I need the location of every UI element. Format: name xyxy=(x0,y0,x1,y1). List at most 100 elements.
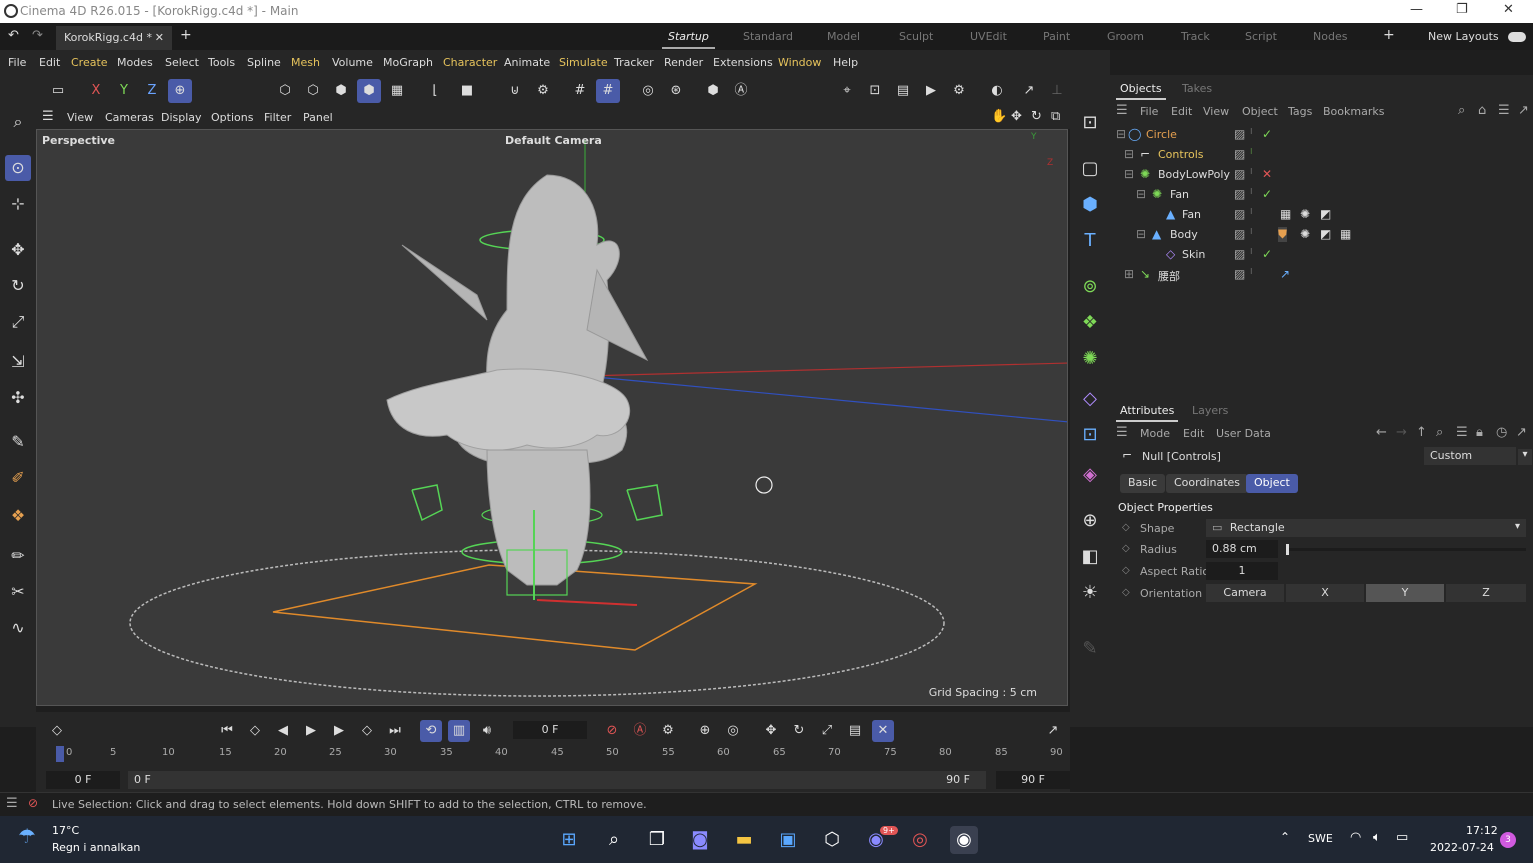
volume-icon[interactable]: 🔈︎ xyxy=(1373,830,1381,845)
preset-dropdown[interactable]: Custom xyxy=(1424,447,1516,465)
menu-simulate[interactable]: Simulate xyxy=(559,56,608,69)
menu-help[interactable]: Help xyxy=(833,56,858,69)
subtab-basic[interactable]: Basic xyxy=(1120,474,1166,493)
attributes-search-icon[interactable]: ⌕ xyxy=(1436,425,1443,440)
undo-icon[interactable]: ↶ xyxy=(8,28,19,43)
loop-icon[interactable]: ⟲ xyxy=(420,720,442,742)
objects-menu-object[interactable]: Object xyxy=(1242,105,1278,118)
brush-icon[interactable]: ✏ xyxy=(5,543,31,569)
keyframe-mode-icon[interactable]: ◇ xyxy=(46,720,68,742)
layout-tab-uvedit[interactable]: UVEdit xyxy=(970,30,1007,43)
filter-icon[interactable]: ☰ xyxy=(1498,103,1510,118)
tab-layers[interactable]: Layers xyxy=(1192,404,1228,417)
expand-icon[interactable]: ⊟ xyxy=(1124,147,1134,161)
knife-icon[interactable]: ✂ xyxy=(5,579,31,605)
texture-mode-icon[interactable]: ■ xyxy=(455,79,479,103)
text-object-icon[interactable]: T xyxy=(1076,227,1104,255)
layout-tab-paint[interactable]: Paint xyxy=(1043,30,1070,43)
menu-window[interactable]: Window xyxy=(778,56,821,69)
play-icon[interactable]: ▶ xyxy=(300,720,322,742)
expand-icon[interactable]: ⊟ xyxy=(1136,187,1146,201)
menu-render[interactable]: Render xyxy=(664,56,703,69)
maximize-view-icon[interactable]: ⧉ xyxy=(1051,109,1060,124)
layer-dots-icon[interactable]: ⁝ xyxy=(1250,167,1253,176)
viewport-camera-label[interactable]: Default Camera xyxy=(505,134,602,147)
keyframe-diamond-icon[interactable]: ◇ xyxy=(1122,522,1130,533)
task-view-icon[interactable]: ❐ xyxy=(643,826,671,854)
layout-tab-nodes[interactable]: Nodes xyxy=(1313,30,1347,43)
layout-tab-groom[interactable]: Groom xyxy=(1107,30,1144,43)
tab-attributes[interactable]: Attributes xyxy=(1115,404,1179,422)
layer-dots-icon[interactable]: ⁝ xyxy=(1250,127,1253,136)
environment-icon[interactable]: ⊕ xyxy=(1076,507,1104,535)
polygons-mode-icon[interactable]: ⬢ xyxy=(329,79,353,103)
volume-icon[interactable]: ◈ xyxy=(1076,461,1104,489)
orientation-y[interactable]: Y xyxy=(1366,584,1444,602)
aspect-ratio-input[interactable]: 1 xyxy=(1206,562,1278,580)
wifi-icon[interactable]: ◠ xyxy=(1350,830,1361,845)
home-icon[interactable]: ⌂ xyxy=(1478,103,1486,118)
3d-viewport[interactable]: Perspective Default Camera Y Z Grid Spac… xyxy=(36,129,1068,706)
notification-icon[interactable]: 3 xyxy=(1500,832,1516,848)
battery-icon[interactable]: ▭ xyxy=(1396,830,1408,845)
playback-rate-icon[interactable]: ▥ xyxy=(448,720,470,742)
cinema4d-taskbar-icon[interactable]: ◉ xyxy=(950,826,978,854)
gear-icon[interactable]: ⚙ xyxy=(531,79,555,103)
edit-visibility-icon[interactable]: ▨ xyxy=(1234,167,1245,181)
cloner-icon[interactable]: ❖ xyxy=(1076,309,1104,337)
radius-slider[interactable] xyxy=(1286,544,1526,555)
shape-dropdown[interactable]: ▭ Rectangle ▾ xyxy=(1206,519,1526,537)
menu-character[interactable]: Character xyxy=(443,56,497,69)
keyframe-diamond-icon[interactable]: ◇ xyxy=(1122,587,1130,598)
clock-date[interactable]: 2022-07-24 xyxy=(1430,841,1494,854)
current-frame-input[interactable]: 0 F xyxy=(513,721,587,739)
points-mode-icon[interactable]: ⬡ xyxy=(273,79,297,103)
move-view-icon[interactable]: ✥ xyxy=(1011,109,1022,124)
spline-sketch-icon[interactable]: ✐ xyxy=(5,465,31,491)
workplane-icon[interactable]: ⊛ xyxy=(664,79,688,103)
key-pla-icon[interactable]: ✕ xyxy=(872,720,894,742)
close-window-icon[interactable]: ✕ xyxy=(1503,2,1514,17)
render-view-icon[interactable]: ⊡ xyxy=(863,79,887,103)
object-row-fan-mesh[interactable]: ▲ Fan ▨ ⁝ ▦ ✺ ◩ xyxy=(1110,205,1533,225)
up-arrow-icon[interactable]: ↑ xyxy=(1416,425,1427,440)
timeline-expand-icon[interactable]: ↗ xyxy=(1042,720,1064,742)
pose-icon[interactable]: ∿ xyxy=(5,615,31,641)
render-queue-icon[interactable]: ▶ xyxy=(919,79,943,103)
layout-tab-model[interactable]: Model xyxy=(827,30,860,43)
layer-dots-icon[interactable]: ⁝ xyxy=(1250,147,1253,156)
sound-icon[interactable]: 🔊︎ xyxy=(476,720,498,742)
edges-mode-icon[interactable]: ⬡ xyxy=(301,79,325,103)
menu-volume[interactable]: Volume xyxy=(332,56,373,69)
previous-key-icon[interactable]: ◇ xyxy=(244,720,266,742)
tweak-icon[interactable]: ⊹ xyxy=(5,191,31,217)
file-explorer-icon[interactable]: ▬ xyxy=(730,826,758,854)
light-object-icon[interactable]: ☀ xyxy=(1076,579,1104,607)
keyframe-selection-icon[interactable]: ⊕ xyxy=(694,720,716,742)
weather-desc[interactable]: Regn i annalkan xyxy=(52,841,140,854)
restore-icon[interactable]: ❐ xyxy=(1456,2,1468,17)
layout-tab-script[interactable]: Script xyxy=(1245,30,1277,43)
viewport-solo-icon[interactable]: ◐ xyxy=(985,79,1009,103)
expand-icon[interactable]: ⊞ xyxy=(1124,267,1134,281)
objects-menu-icon[interactable]: ☰ xyxy=(1116,103,1128,118)
snap-enable-icon[interactable]: # xyxy=(596,79,620,103)
layout-tab-track[interactable]: Track xyxy=(1181,30,1210,43)
new-layouts-toggle[interactable] xyxy=(1508,32,1526,42)
close-tab-icon[interactable]: ✕ xyxy=(155,31,164,44)
uvw-tag-icon[interactable]: ◩ xyxy=(1320,227,1331,241)
layer-dots-icon[interactable]: ⁝ xyxy=(1250,187,1253,196)
radius-input[interactable]: 0.88 cm xyxy=(1206,540,1278,558)
taskbar-search-icon[interactable]: ⌕ xyxy=(600,826,628,854)
rotate-icon[interactable]: ↻ xyxy=(5,273,31,299)
lock-x-axis-button[interactable]: X xyxy=(84,79,108,103)
attributes-new-window-icon[interactable]: ↗ xyxy=(1516,425,1527,440)
menu-tools[interactable]: Tools xyxy=(208,56,235,69)
deformer-icon[interactable]: ◇ xyxy=(1076,385,1104,413)
ik-icon[interactable]: ↗ xyxy=(1017,79,1041,103)
rotate-view-icon[interactable]: ↻ xyxy=(1031,109,1042,124)
menu-extensions[interactable]: Extensions xyxy=(713,56,773,69)
ik-tag-icon[interactable]: ↗ xyxy=(1280,267,1290,281)
edit-visibility-icon[interactable]: ▨ xyxy=(1234,127,1245,141)
viewport-menu-panel[interactable]: Panel xyxy=(303,111,333,124)
